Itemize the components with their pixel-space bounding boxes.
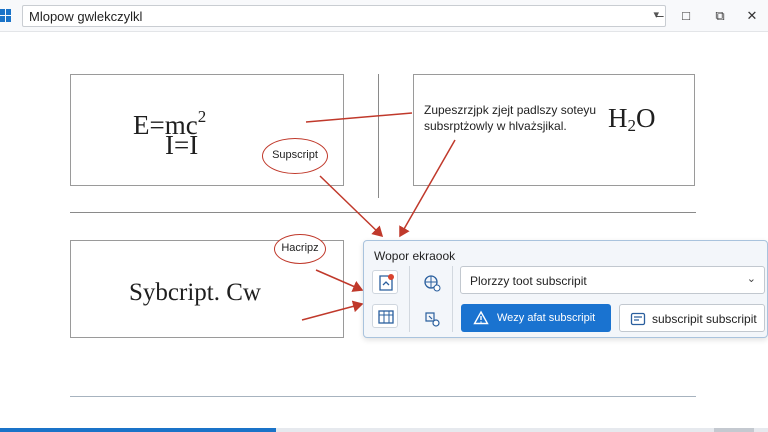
dropdown-selected-value: Plorzzy toot subscripit bbox=[470, 274, 587, 288]
callout-subscript: Supscript bbox=[262, 138, 328, 174]
popup-divider-2 bbox=[452, 266, 453, 332]
annotation-arrows bbox=[301, 112, 456, 321]
popup-title: Wopor ekraook bbox=[374, 249, 456, 263]
arrow-to-note bbox=[305, 112, 413, 123]
table-grid-icon bbox=[378, 310, 394, 324]
chevron-down-icon[interactable]: ⌄ bbox=[747, 272, 756, 285]
arrow-sample-to-button bbox=[301, 300, 364, 321]
popup-divider-1 bbox=[409, 266, 410, 332]
arrow-hacripz-to-button bbox=[315, 269, 364, 292]
subscript-secondary-label: subscripit subscripit bbox=[652, 312, 757, 326]
apply-subscript-label: Wezy afat subscripit bbox=[497, 312, 596, 324]
apply-subscript-button[interactable]: Wezy afat subscripit bbox=[461, 304, 611, 332]
globe-icon bbox=[424, 275, 441, 292]
arrow-note-to-popup bbox=[399, 139, 456, 238]
format-settings-button[interactable] bbox=[418, 306, 444, 330]
globe-symbol-button[interactable] bbox=[418, 270, 444, 294]
callout-hacripz: Hacripz bbox=[274, 234, 326, 264]
subscript-secondary-button[interactable]: subscripit subscripit bbox=[619, 304, 765, 332]
document-arrow-icon bbox=[379, 274, 394, 291]
format-gear-icon bbox=[425, 312, 440, 327]
table-layout-button[interactable] bbox=[372, 304, 398, 328]
arrow-callout-to-popup bbox=[319, 175, 384, 238]
warning-triangle-icon bbox=[473, 310, 489, 325]
subscript-insert-button[interactable] bbox=[372, 270, 398, 294]
text-box-icon bbox=[630, 312, 646, 326]
taskbar-active-indicator[interactable] bbox=[0, 428, 276, 432]
subscript-style-dropdown[interactable]: Plorzzy toot subscripit ⌄ bbox=[460, 266, 765, 294]
tray-indicator[interactable] bbox=[714, 428, 754, 432]
